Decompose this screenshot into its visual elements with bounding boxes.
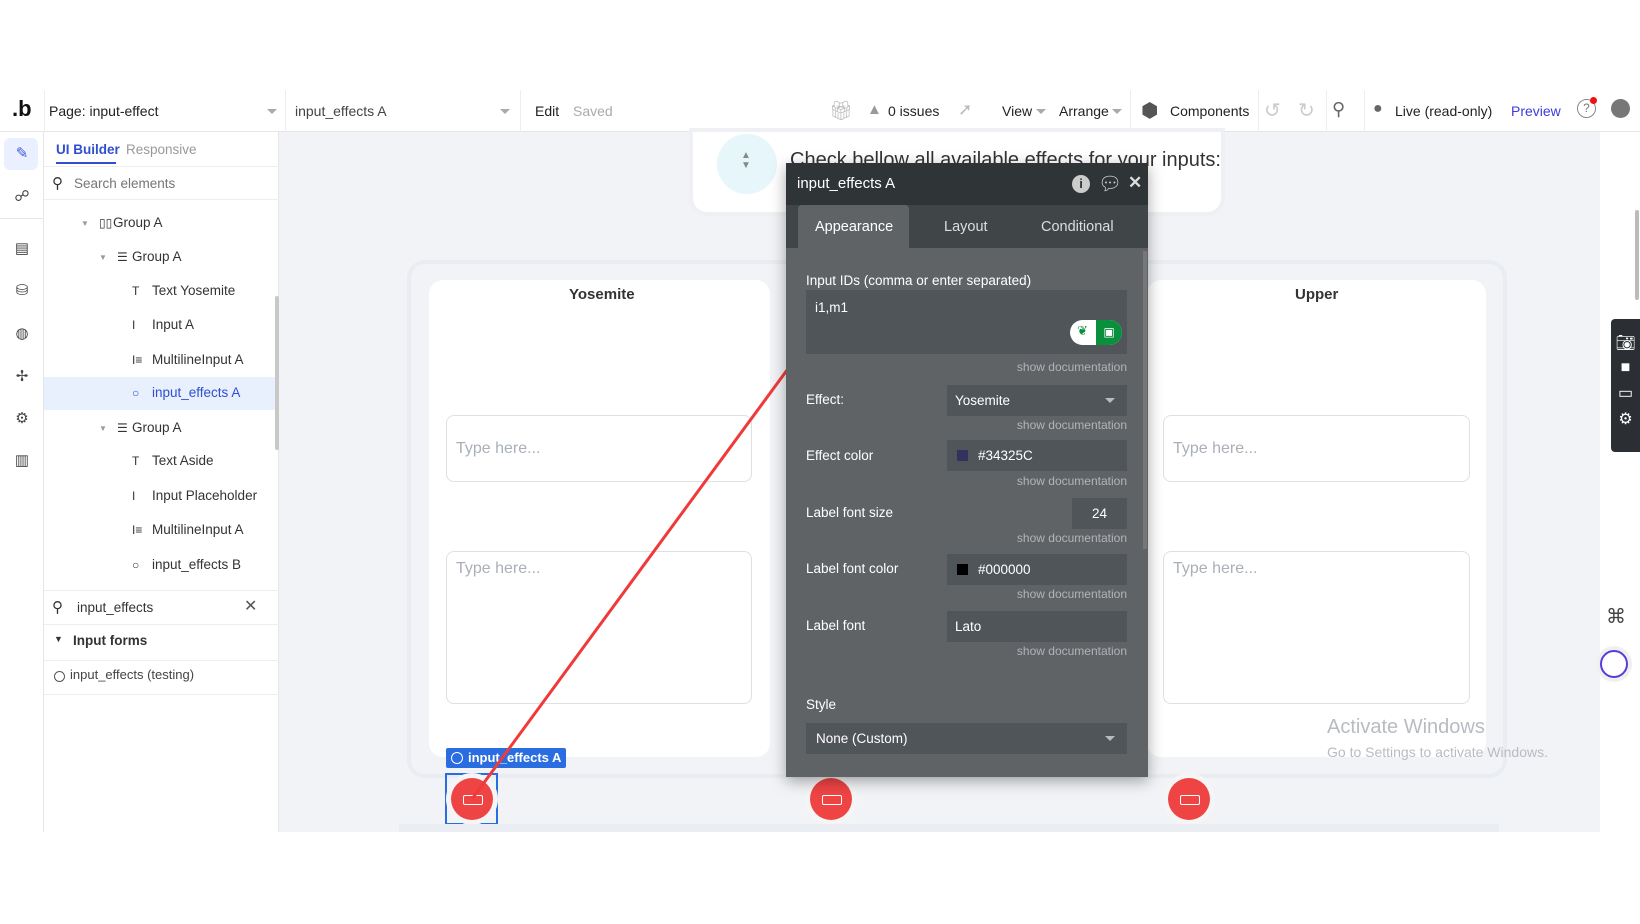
- tab-appearance[interactable]: Appearance: [815, 219, 893, 235]
- panel-header: input_effects A i 💬︎ ✕: [786, 163, 1148, 205]
- label-font-label: Label font: [806, 618, 866, 633]
- robot-icon[interactable]: ▣: [1096, 320, 1122, 345]
- close-icon[interactable]: ✕: [1128, 173, 1142, 193]
- style-value: None (Custom): [816, 731, 908, 746]
- leaf-icon[interactable]: ❦: [1077, 323, 1088, 339]
- tab-conditional[interactable]: Conditional: [1041, 219, 1114, 235]
- effect-value: Yosemite: [955, 393, 1011, 408]
- label-font-field[interactable]: Lato: [947, 611, 1127, 642]
- comment-icon[interactable]: 💬︎: [1098, 172, 1122, 196]
- effect-label: Effect:: [806, 392, 845, 407]
- input-ids-label: Input IDs (comma or enter separated): [806, 273, 1032, 288]
- chevron-down-icon: [1105, 736, 1115, 741]
- label-font-size-field[interactable]: 24: [1072, 498, 1127, 529]
- show-documentation-link[interactable]: show documentation: [1017, 644, 1127, 658]
- tab-layout[interactable]: Layout: [944, 219, 988, 235]
- input-ids-value: i1,m1: [815, 300, 849, 315]
- chevron-down-icon: [1105, 398, 1115, 403]
- show-documentation-link[interactable]: show documentation: [1017, 418, 1127, 432]
- effect-color-label: Effect color: [806, 448, 874, 463]
- effect-color-field[interactable]: #34325C: [947, 440, 1127, 471]
- input-ids-field[interactable]: i1,m1 ▣ ❦: [806, 290, 1127, 354]
- color-swatch[interactable]: [957, 564, 968, 575]
- style-dropdown[interactable]: None (Custom): [806, 723, 1127, 754]
- show-documentation-link[interactable]: show documentation: [1017, 531, 1127, 545]
- label-font-color-label: Label font color: [806, 561, 899, 576]
- show-documentation-link[interactable]: show documentation: [1017, 474, 1127, 488]
- effect-dropdown[interactable]: Yosemite: [947, 385, 1127, 416]
- label-font-color-field[interactable]: #000000: [947, 554, 1127, 585]
- panel-scrollbar[interactable]: [1143, 251, 1147, 549]
- panel-title: input_effects A: [797, 175, 896, 192]
- dynamic-toggle[interactable]: ▣ ❦: [1070, 320, 1122, 345]
- property-editor: input_effects A i 💬︎ ✕ Appearance Layout…: [786, 163, 1148, 777]
- label-font-size-label: Label font size: [806, 505, 894, 520]
- show-documentation-link[interactable]: show documentation: [1017, 360, 1127, 374]
- effect-color-value: #34325C: [978, 448, 1033, 463]
- style-label: Style: [806, 697, 837, 712]
- show-documentation-link[interactable]: show documentation: [1017, 587, 1127, 601]
- color-swatch[interactable]: [957, 450, 968, 461]
- info-icon[interactable]: i: [1072, 175, 1090, 193]
- label-font-color-value: #000000: [978, 562, 1031, 577]
